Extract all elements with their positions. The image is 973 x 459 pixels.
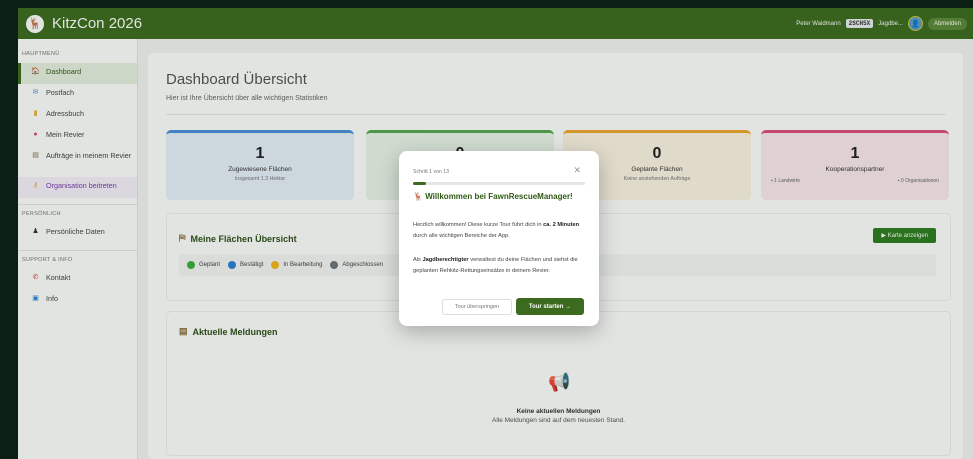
card-title: ▤ Aktuelle Meldungen (179, 326, 278, 337)
close-icon[interactable]: ✕ (573, 165, 581, 176)
sidebar-item-persoenliche-daten[interactable]: ♟ Persönliche Daten (18, 223, 137, 244)
legend-dot (228, 261, 237, 269)
top-navbar: 🦌 KitzCon 2026 Peter Waidmann 2SCH5X Jag… (18, 8, 973, 39)
sidebar-divider (18, 204, 137, 205)
page-subtitle: Hier ist Ihre Übersicht über alle wichti… (166, 95, 328, 102)
sidebar-item-organisation-beitreten[interactable]: ⚷ Organisation beitreten (18, 177, 137, 198)
sidebar-item-adressbuch[interactable]: ▮ Adressbuch (18, 105, 137, 126)
stat-sub-right: 0 Organisationen (900, 178, 939, 184)
sidebar-item-auftraege[interactable]: ▤ Aufträge in meinem Revier (18, 147, 137, 177)
stat-card-zugewiesene-flaechen[interactable]: 1 Zugewiesene Flächen Insgesamt 1.3 Hekt… (166, 130, 354, 200)
legend-dot (330, 261, 339, 269)
tour-text: durch alle wichtigen Bereiche der App. (413, 232, 510, 239)
sidebar-item-label: Dashboard (46, 67, 82, 76)
legend-label: Abgeschlossen (342, 262, 384, 268)
user-id-badge: 2SCH5X (845, 19, 874, 28)
stat-label: Zugewiesene Flächen (228, 166, 292, 173)
tour-text-bold: Jagdberechtigter (422, 257, 469, 263)
stat-card-kooperationspartner[interactable]: 1 Kooperationspartner ▪ 1 Landwirte ▪ 0 … (761, 130, 949, 200)
stat-value: 1 (850, 145, 860, 162)
legend-item-geplant: Geplant (187, 261, 220, 269)
avatar[interactable]: 👤 (907, 16, 923, 31)
show-map-label: Karte anzeigen (887, 233, 928, 239)
key-icon: ⚷ (32, 182, 39, 189)
stat-sub-organisationen: ▪ 0 Organisationen (897, 178, 939, 184)
legend-item-abgeschlossen: Abgeschlossen (330, 261, 383, 269)
page-title: Dashboard Übersicht (166, 71, 307, 88)
user-name: Peter Waidmann (796, 20, 841, 27)
phone-icon: ✆ (32, 274, 39, 281)
legend-dot (271, 261, 280, 269)
tour-paragraph-1: Herzlich willkommen! Diese kurze Tour fü… (413, 220, 588, 241)
stat-sub-landwirte: ▪ 1 Landwirte (771, 178, 801, 184)
tour-dialog: Schritt 1 von 13 ✕ 🦌 Willkommen bei Fawn… (399, 151, 599, 326)
legend-item-in-bearbeitung: In Bearbeitung (271, 261, 322, 269)
logout-button[interactable]: Abmelden (927, 17, 967, 30)
tour-text: Herzlich willkommen! Diese kurze Tour fü… (413, 222, 544, 228)
stat-sub-row: ▪ 1 Landwirte ▪ 0 Organisationen (761, 178, 949, 184)
user-area: Peter Waidmann 2SCH5X Jagdbe... 👤 Abmeld… (796, 16, 967, 31)
book-icon: ▮ (33, 110, 38, 117)
sidebar-item-label: Persönliche Daten (46, 227, 105, 236)
stat-sub: Insgesamt 1.3 Hektar (234, 176, 286, 182)
document-icon: ▤ (179, 326, 188, 336)
divider (166, 114, 946, 115)
tour-step-indicator: Schritt 1 von 13 (413, 169, 450, 175)
empty-state-title: Keine aktuellen Meldungen (516, 408, 601, 415)
deer-logo-icon: 🦌 (26, 14, 44, 33)
sidebar-item-label: Adressbuch (46, 109, 84, 118)
user-role: Jagdbe... (878, 20, 903, 27)
legend-item-bestaetigt: Bestätigt (228, 261, 263, 269)
deer-icon: 🦌 (413, 192, 423, 201)
card-title: ⛿ Meine Flächen Übersicht (179, 233, 297, 244)
tour-title-text: Willkommen bei FawnRescueManager! (425, 192, 573, 201)
sidebar: HAUPTMENÜ 🏠 Dashboard ✉ Postfach ▮ Adres… (18, 39, 138, 459)
app-window: 🦌 KitzCon 2026 Peter Waidmann 2SCH5X Jag… (18, 8, 973, 459)
sidebar-divider (18, 250, 137, 251)
info-icon: ▣ (32, 295, 39, 302)
clipboard-icon: ▤ (32, 152, 39, 159)
flaechen-title: Meine Flächen Übersicht (190, 233, 297, 244)
sidebar-item-label: Aufträge in meinem Revier (46, 151, 132, 160)
sidebar-item-kontakt[interactable]: ✆ Kontakt (18, 269, 137, 290)
sidebar-item-label: Info (46, 294, 58, 303)
home-icon: 🏠 (31, 68, 40, 75)
sidebar-item-label: Kontakt (46, 273, 71, 282)
tour-progress-bar (413, 182, 585, 185)
sidebar-item-dashboard[interactable]: 🏠 Dashboard (18, 63, 137, 84)
start-tour-button[interactable]: Tour starten → (516, 298, 584, 315)
sidebar-item-label: Mein Revier (46, 130, 85, 139)
legend-label: Bestätigt (240, 262, 264, 268)
map-pin-icon: ● (33, 131, 38, 138)
user-icon: ♟ (32, 228, 39, 235)
tour-paragraph-2: Als Jagdberechtigter verwaltest du deine… (413, 255, 588, 276)
sidebar-item-postfach[interactable]: ✉ Postfach (18, 84, 137, 105)
tour-progress-fill (413, 182, 427, 185)
stat-sub-left: 1 Landwirte (774, 178, 801, 184)
map-icon: ⛿ (179, 233, 186, 243)
sidebar-item-label: Postfach (46, 88, 74, 97)
legend-label: In Bearbeitung (283, 262, 323, 268)
legend-dot (187, 261, 195, 269)
empty-state-subtitle: Alle Meldungen sind auf dem neuesten Sta… (492, 417, 625, 424)
brand[interactable]: 🦌 KitzCon 2026 (26, 14, 143, 33)
sidebar-item-label: Organisation beitreten (46, 181, 117, 190)
tour-title: 🦌 Willkommen bei FawnRescueManager! (413, 192, 585, 202)
stat-label: Kooperationspartner (825, 166, 885, 173)
megaphone-icon: 📢 (548, 372, 571, 392)
app-title: KitzCon 2026 (52, 15, 143, 32)
legend-label: Geplant (199, 262, 221, 268)
sidebar-item-info[interactable]: ▣ Info (18, 290, 137, 311)
show-map-button[interactable]: ▶ Karte anzeigen (873, 228, 936, 243)
mail-icon: ✉ (32, 89, 39, 96)
skip-tour-button[interactable]: Tour überspringen (442, 299, 512, 315)
meldungen-card: ▤ Aktuelle Meldungen 📢 Keine aktuellen M… (166, 311, 951, 456)
tour-text-bold: ca. 2 Minuten (543, 222, 580, 228)
sidebar-item-mein-revier[interactable]: ● Mein Revier (18, 126, 137, 147)
meldungen-title: Aktuelle Meldungen (192, 326, 278, 337)
stat-value: 1 (255, 145, 265, 162)
